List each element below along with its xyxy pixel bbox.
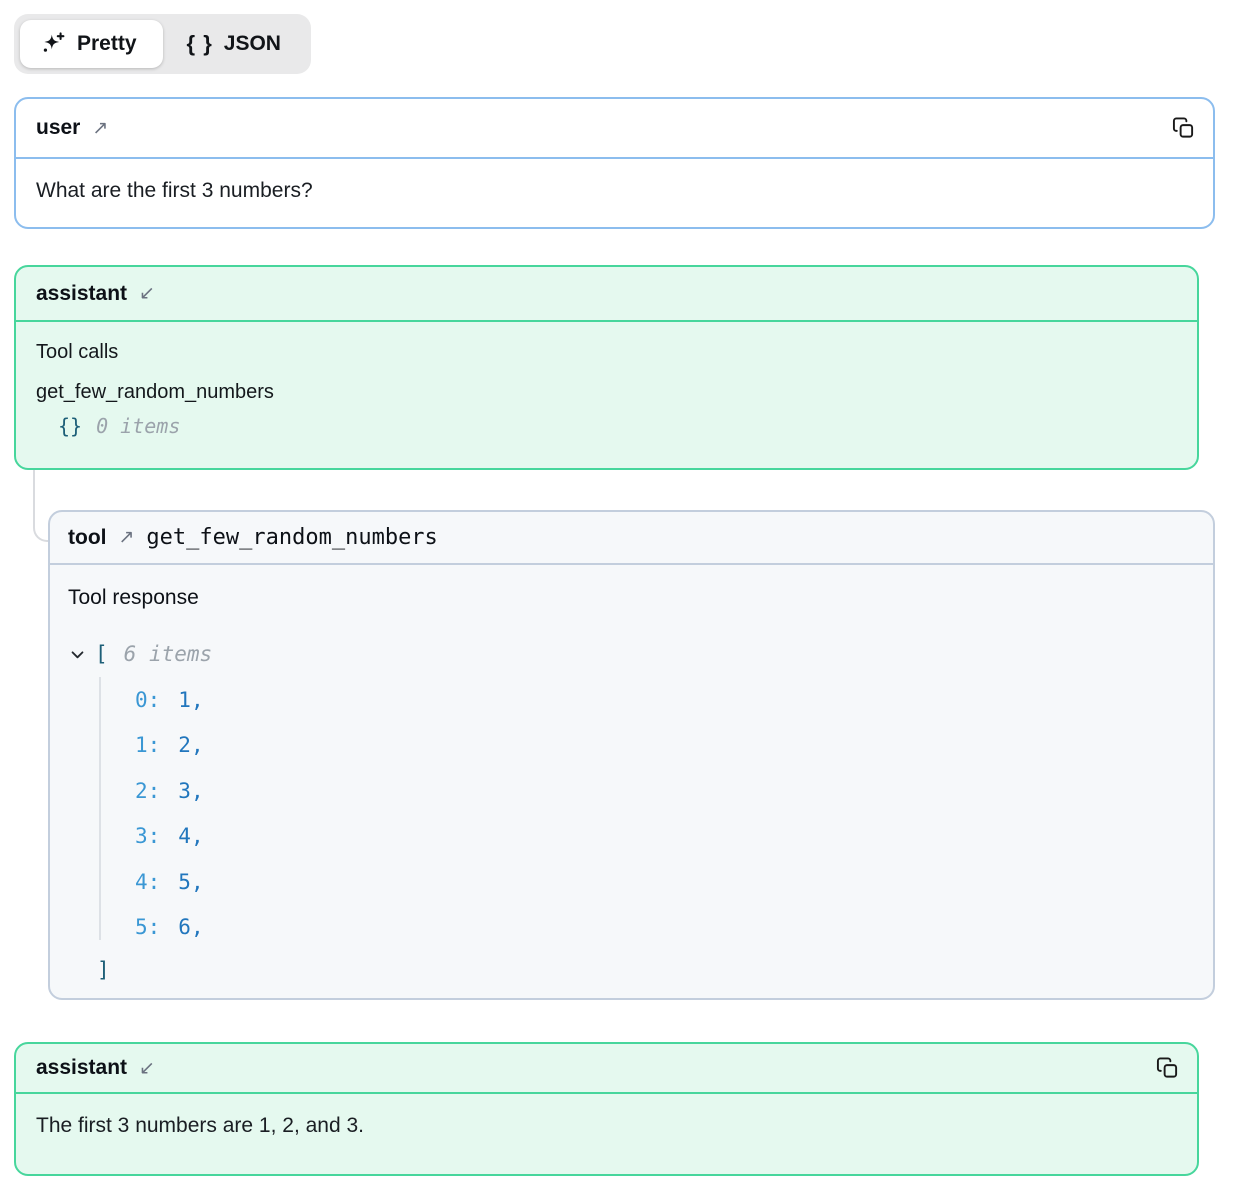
json-entry: 2: 3, xyxy=(68,768,1193,814)
assistant-reply-text: The first 3 numbers are 1, 2, and 3. xyxy=(16,1094,1197,1158)
args-item-count: 0 items xyxy=(96,414,180,438)
tab-json-label: JSON xyxy=(224,32,281,56)
json-entry-key: 2: xyxy=(135,779,160,803)
json-tree-close: ] xyxy=(68,950,1193,990)
tool-message-body: Tool response [ 6 items 0: 1, 1: 2, xyxy=(50,565,1213,990)
arrow-down-left-icon: ↙ xyxy=(139,284,155,303)
copy-button[interactable] xyxy=(1154,1055,1181,1082)
json-entry-key: 1: xyxy=(135,733,160,757)
tool-calls-section-label: Tool calls xyxy=(36,341,1177,364)
json-entry-value: 3, xyxy=(178,779,203,803)
role-label-user: user xyxy=(36,116,80,140)
tab-json[interactable]: { } JSON xyxy=(169,20,307,68)
tool-message-header: tool ↗ get_few_random_numbers xyxy=(50,512,1213,565)
tool-message-card: tool ↗ get_few_random_numbers Tool respo… xyxy=(48,510,1215,1000)
item-count: 6 items xyxy=(124,642,213,666)
tool-call-name: get_few_random_numbers xyxy=(36,381,1177,404)
json-entry-key: 5: xyxy=(135,915,160,939)
close-bracket: ] xyxy=(97,958,110,982)
json-entry-value: 1, xyxy=(178,688,203,712)
arrow-up-right-icon: ↗ xyxy=(118,528,134,547)
copy-button[interactable] xyxy=(1170,115,1197,142)
json-entry: 3: 4, xyxy=(68,814,1193,860)
json-entry-key: 3: xyxy=(135,824,160,848)
user-message-header: user ↗ xyxy=(16,99,1213,159)
json-tree-root: [ 6 items xyxy=(68,637,1193,671)
role-label-tool: tool xyxy=(68,526,106,550)
chevron-down-icon[interactable] xyxy=(69,646,86,663)
json-entry: 1: 2, xyxy=(68,723,1193,769)
open-bracket: [ xyxy=(95,642,108,666)
tab-pretty-label: Pretty xyxy=(77,32,137,56)
assistant-reply-header: assistant ↙ xyxy=(16,1044,1197,1094)
tool-response-section-label: Tool response xyxy=(68,586,1193,610)
tool-call-args: {} 0 items xyxy=(36,414,1177,438)
json-entry-key: 0: xyxy=(135,688,160,712)
json-entry-value: 6, xyxy=(178,915,203,939)
role-label-assistant: assistant xyxy=(36,282,127,306)
user-message-text: What are the first 3 numbers? xyxy=(16,159,1213,223)
json-entry-value: 2, xyxy=(178,733,203,757)
json-entry-value: 4, xyxy=(178,824,203,848)
user-message-card: user ↗ What are the first 3 numbers? xyxy=(14,97,1215,229)
json-tree-rows: 0: 1, 1: 2, 2: 3, 3: 4, 4: 5, xyxy=(68,677,1193,950)
assistant-tool-call-body: Tool calls get_few_random_numbers {} 0 i… xyxy=(16,322,1197,457)
copy-icon xyxy=(1156,1068,1179,1083)
assistant-reply-card: assistant ↙ The first 3 numbers are 1, 2… xyxy=(14,1042,1199,1176)
copy-icon xyxy=(1172,128,1195,143)
json-entry: 5: 6, xyxy=(68,905,1193,951)
tab-pretty[interactable]: Pretty xyxy=(20,20,163,68)
arrow-down-left-icon: ↙ xyxy=(139,1059,155,1078)
braces-icon: { } xyxy=(187,31,213,57)
assistant-tool-call-header: assistant ↙ xyxy=(16,267,1197,322)
json-entry: 4: 5, xyxy=(68,859,1193,905)
tool-name: get_few_random_numbers xyxy=(146,525,437,550)
json-entry-value: 5, xyxy=(178,870,203,894)
json-tree: [ 6 items 0: 1, 1: 2, 2: 3, 3: 4, xyxy=(68,637,1193,990)
assistant-tool-call-card: assistant ↙ Tool calls get_few_random_nu… xyxy=(14,265,1199,470)
arrow-up-right-icon: ↗ xyxy=(92,119,108,138)
json-entry: 0: 1, xyxy=(68,677,1193,723)
sparkle-icon xyxy=(40,31,66,57)
role-label-assistant: assistant xyxy=(36,1056,127,1080)
json-entry-key: 4: xyxy=(135,870,160,894)
view-mode-toggle: Pretty { } JSON xyxy=(14,14,311,74)
empty-object-icon: {} xyxy=(58,414,82,438)
